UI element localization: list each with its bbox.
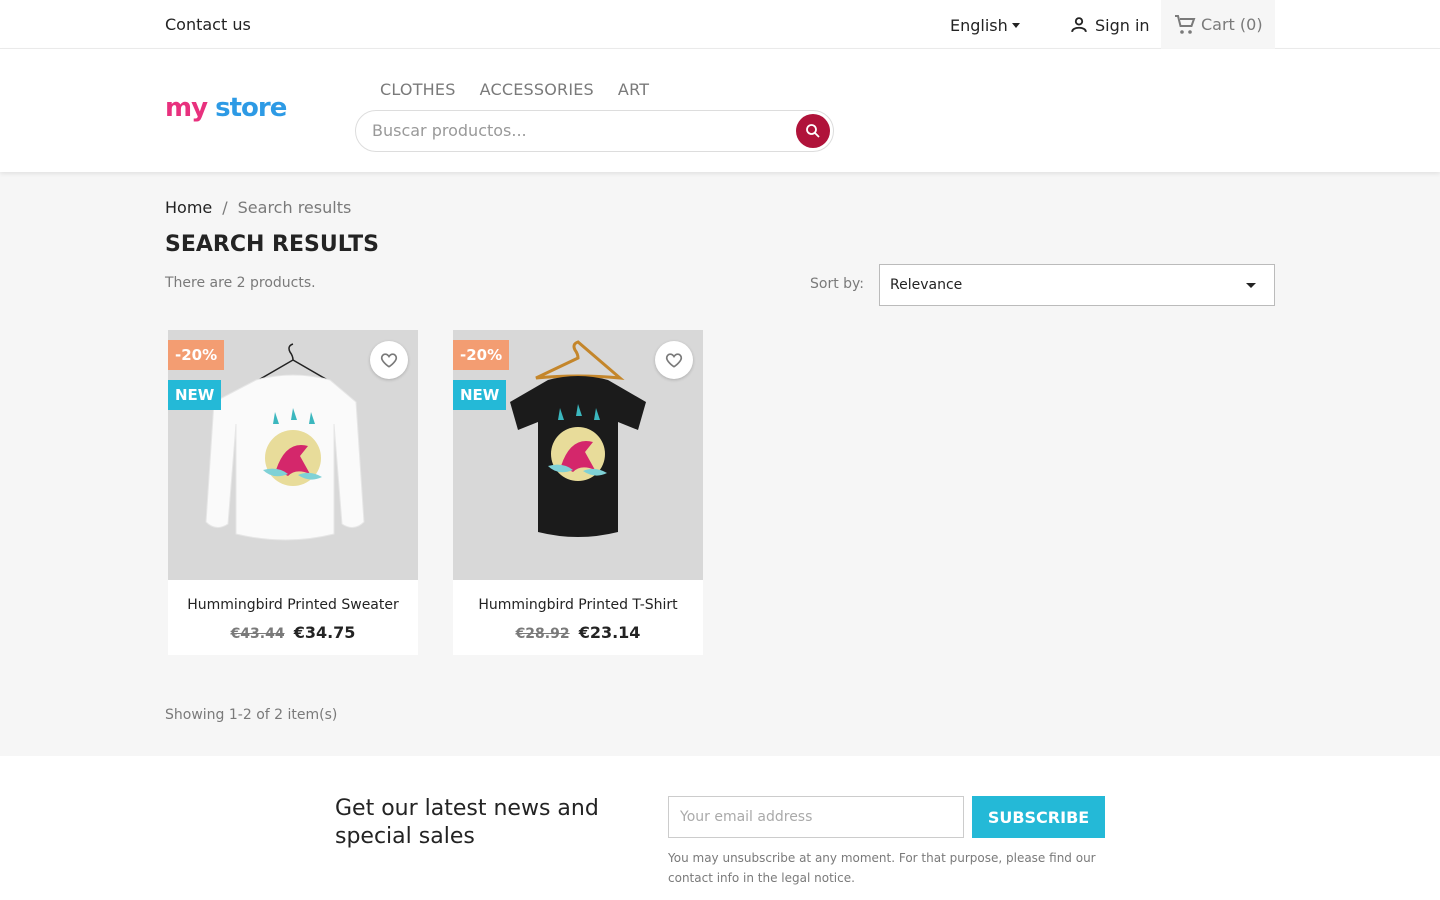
product-count: There are 2 products. — [165, 275, 316, 291]
subscribe-button[interactable]: SUBSCRIBE — [972, 796, 1105, 838]
language-selector[interactable]: English — [950, 16, 1020, 35]
search-icon — [806, 124, 820, 138]
discount-badge: -20% — [168, 340, 225, 370]
newsletter-title: Get our latest news and special sales — [335, 796, 599, 849]
product-card[interactable]: -20% NEW Hummingbird Printed Sweater €43… — [168, 330, 418, 655]
regular-price: €43.44 — [230, 626, 285, 642]
main-menu: CLOTHES ACCESSORIES ART — [380, 80, 649, 99]
product-card[interactable]: -20% NEW Hummingbird Printed T-Shirt €28… — [453, 330, 703, 655]
wishlist-button[interactable] — [370, 341, 408, 379]
top-bar: Contact us English Sign in Cart (0) — [0, 0, 1440, 49]
sort-value: Relevance — [890, 277, 963, 293]
breadcrumb-separator: / — [222, 198, 228, 217]
cart-label: Cart — [1201, 15, 1235, 34]
cart-button[interactable]: Cart (0) — [1161, 0, 1275, 49]
search-button[interactable] — [796, 114, 830, 148]
regular-price: €28.92 — [515, 626, 570, 642]
sign-in-label: Sign in — [1095, 15, 1150, 35]
store-logo[interactable]: my store — [165, 93, 287, 123]
new-badge: NEW — [453, 380, 507, 410]
language-label: English — [950, 16, 1008, 35]
caret-down-icon — [1246, 283, 1256, 288]
newsletter-note: You may unsubscribe at any moment. For t… — [668, 851, 1096, 885]
sort-by-label: Sort by: — [810, 276, 865, 292]
breadcrumb: Home / Search results — [165, 198, 351, 217]
user-icon — [1071, 17, 1087, 33]
caret-down-icon — [1011, 23, 1020, 28]
menu-item-clothes[interactable]: CLOTHES — [380, 80, 456, 99]
contact-us-link[interactable]: Contact us — [165, 15, 251, 34]
cart-count: (0) — [1239, 15, 1263, 34]
heart-icon — [665, 353, 683, 368]
product-image[interactable]: -20% NEW — [168, 330, 418, 580]
menu-item-accessories[interactable]: ACCESSORIES — [480, 80, 594, 99]
sign-in-link[interactable]: Sign in — [1068, 14, 1150, 36]
cart-icon — [1175, 14, 1196, 34]
wishlist-button[interactable] — [655, 341, 693, 379]
search-input[interactable] — [372, 121, 782, 140]
product-prices: €43.44 €34.75 — [168, 623, 418, 642]
breadcrumb-current: Search results — [237, 198, 352, 217]
discount-badge: -20% — [453, 340, 510, 370]
menu-item-art[interactable]: ART — [618, 80, 649, 99]
heart-icon — [380, 353, 398, 368]
sort-select[interactable]: Relevance — [879, 264, 1275, 306]
product-image[interactable]: -20% NEW — [453, 330, 703, 580]
breadcrumb-home[interactable]: Home — [165, 198, 212, 217]
new-badge: NEW — [168, 380, 222, 410]
product-name[interactable]: Hummingbird Printed T-Shirt — [453, 597, 703, 613]
product-prices: €28.92 €23.14 — [453, 623, 703, 642]
header: my store CLOTHES ACCESSORIES ART — [0, 49, 1440, 172]
newsletter-section: Get our latest news and special sales SU… — [0, 756, 1440, 900]
logo-store: store — [215, 93, 287, 123]
product-list: -20% NEW Hummingbird Printed Sweater €43… — [168, 330, 703, 655]
product-name[interactable]: Hummingbird Printed Sweater — [168, 597, 418, 613]
product-price: €34.75 — [293, 623, 356, 642]
page-title: Search results — [165, 232, 379, 257]
search-box — [355, 110, 834, 152]
newsletter-email-field — [668, 796, 964, 838]
pagination-summary: Showing 1-2 of 2 item(s) — [165, 707, 338, 723]
email-input[interactable] — [680, 809, 950, 825]
product-price: €23.14 — [578, 623, 641, 642]
logo-my: my — [165, 93, 208, 123]
